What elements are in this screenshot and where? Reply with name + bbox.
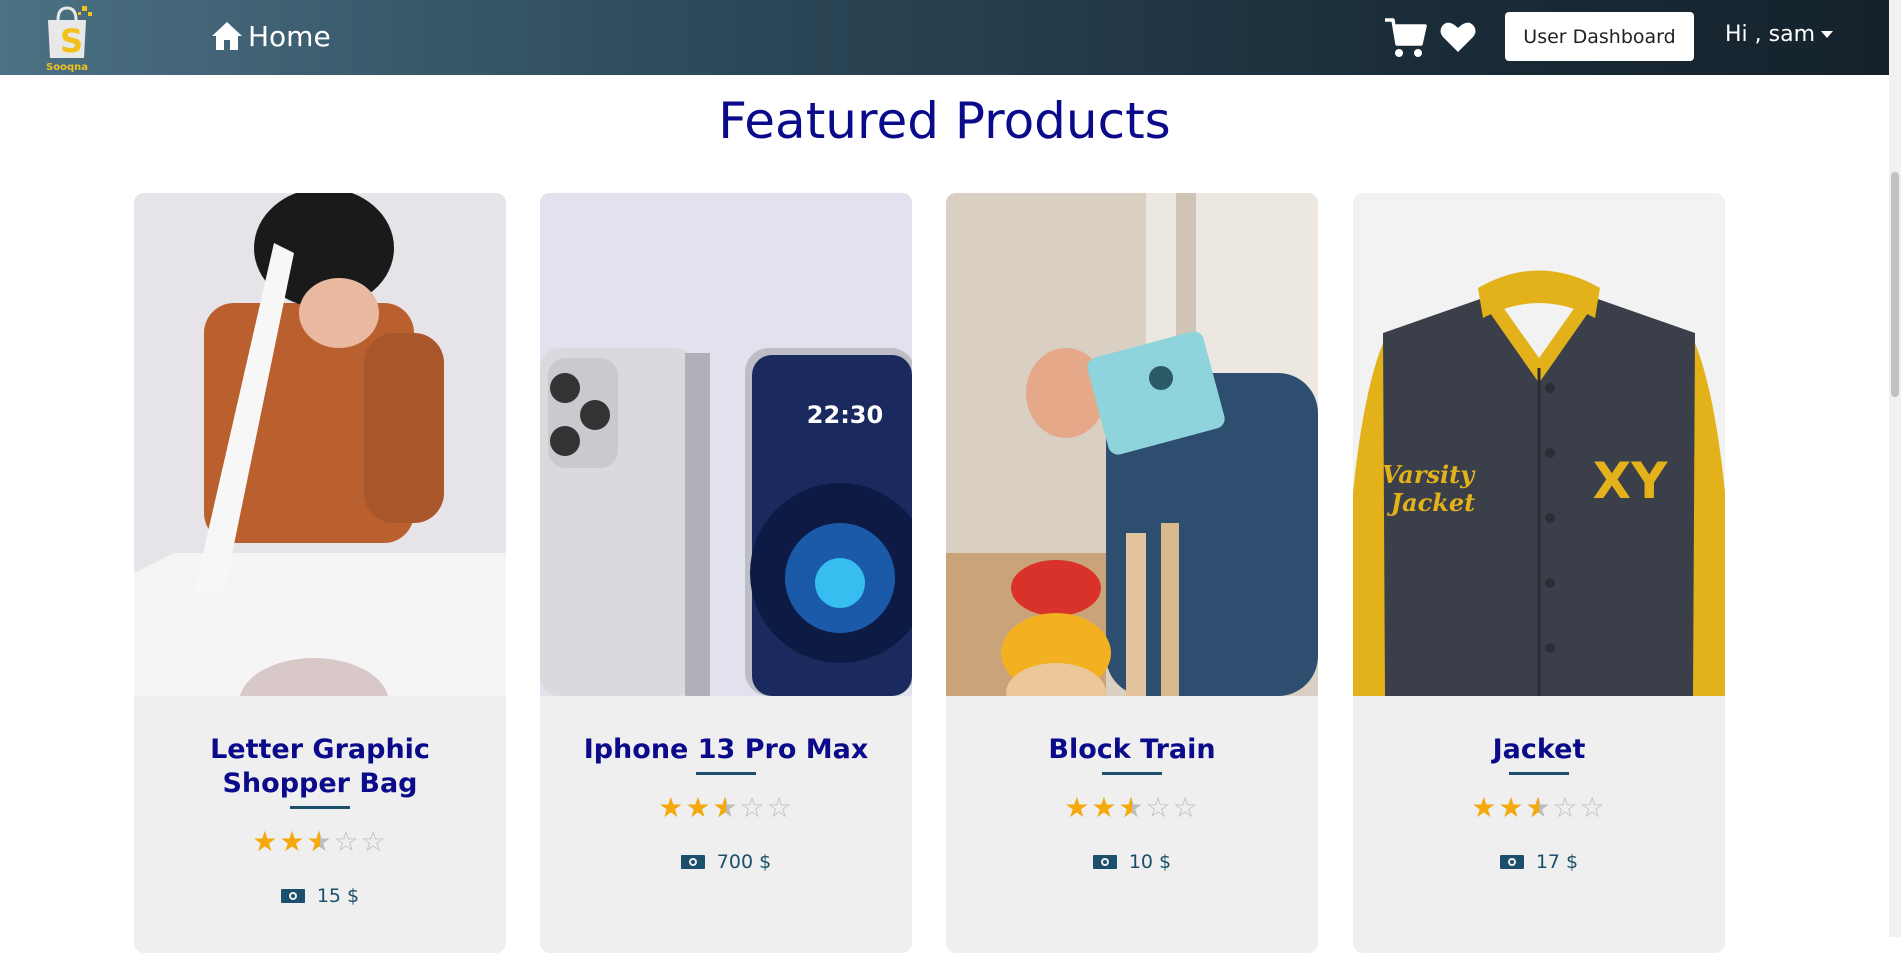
svg-text:Varsity: Varsity <box>1382 460 1476 489</box>
star-half-icon: ★ <box>1118 791 1145 824</box>
product-card[interactable]: Varsity Jacket XY Jacket ★★★☆☆ 17 $ <box>1353 193 1725 953</box>
title-underline <box>1509 772 1569 775</box>
money-icon <box>1092 855 1117 869</box>
star-full-icon: ★ <box>1498 791 1526 824</box>
title-underline <box>290 806 350 809</box>
star-empty-icon: ☆ <box>1145 791 1173 824</box>
star-empty-icon: ☆ <box>1172 791 1200 824</box>
title-underline <box>1102 772 1162 775</box>
svg-text:XY: XY <box>1593 452 1669 510</box>
home-label: Home <box>248 19 331 53</box>
product-price: 15 $ <box>134 885 506 907</box>
svg-text:Sooqna: Sooqna <box>46 62 88 72</box>
featured-products-title: Featured Products <box>718 92 1171 150</box>
star-empty-icon: ☆ <box>1552 791 1580 824</box>
product-rating: ★★★☆☆ <box>540 791 912 824</box>
product-image-jacket[interactable]: Varsity Jacket XY <box>1353 193 1725 696</box>
home-link[interactable]: Home <box>210 14 331 58</box>
star-empty-icon: ☆ <box>360 825 388 858</box>
product-card[interactable]: Letter Graphic Shopper Bag ★★★☆☆ 15 $ <box>134 193 506 953</box>
money-icon <box>680 855 705 869</box>
star-empty-icon: ☆ <box>766 791 794 824</box>
sooqna-logo[interactable]: S Sooqna <box>38 2 96 73</box>
star-empty-icon: ☆ <box>333 825 361 858</box>
star-empty-icon: ☆ <box>739 791 767 824</box>
heart-icon[interactable] <box>1440 20 1476 54</box>
star-full-icon: ★ <box>1091 791 1119 824</box>
product-image-phone[interactable]: 22:30 <box>540 193 912 696</box>
navbar: S Sooqna Home User Dashboard Hi , sam <box>0 0 1889 75</box>
money-icon <box>1499 855 1524 869</box>
product-rating: ★★★☆☆ <box>946 791 1318 824</box>
star-empty-icon: ☆ <box>1579 791 1607 824</box>
star-full-icon: ★ <box>279 825 307 858</box>
star-full-icon: ★ <box>1471 791 1499 824</box>
product-price: 10 $ <box>946 851 1318 873</box>
svg-text:S: S <box>60 22 83 60</box>
star-full-icon: ★ <box>658 791 686 824</box>
product-title[interactable]: Block Train <box>966 733 1298 775</box>
user-menu-dropdown[interactable]: Hi , sam <box>1725 22 1834 47</box>
product-price: 700 $ <box>540 851 912 873</box>
cart-icon[interactable] <box>1383 16 1427 60</box>
star-half-icon: ★ <box>712 791 739 824</box>
user-greeting: Hi , sam <box>1725 22 1816 47</box>
product-image-block-train[interactable] <box>946 193 1318 696</box>
star-half-icon: ★ <box>1525 791 1552 824</box>
home-icon <box>212 22 242 50</box>
title-underline <box>696 772 756 775</box>
product-title[interactable]: Letter Graphic Shopper Bag <box>154 733 486 809</box>
product-rating: ★★★☆☆ <box>134 825 506 858</box>
product-rating: ★★★☆☆ <box>1353 791 1725 824</box>
star-half-icon: ★ <box>306 825 333 858</box>
star-full-icon: ★ <box>685 791 713 824</box>
page-scrollbar[interactable] <box>1889 0 1901 937</box>
product-title[interactable]: Iphone 13 Pro Max <box>560 733 892 775</box>
money-icon <box>280 889 305 903</box>
product-card[interactable]: Block Train ★★★☆☆ 10 $ <box>946 193 1318 953</box>
svg-text:22:30: 22:30 <box>807 401 883 429</box>
product-card[interactable]: 22:30 Iphone 13 Pro Max ★★★☆☆ 700 $ <box>540 193 912 953</box>
product-title[interactable]: Jacket <box>1373 733 1705 775</box>
product-image-bag[interactable] <box>134 193 506 696</box>
scrollbar-thumb[interactable] <box>1891 172 1899 397</box>
user-dashboard-button[interactable]: User Dashboard <box>1505 12 1694 61</box>
chevron-down-icon <box>1821 31 1834 38</box>
star-full-icon: ★ <box>252 825 280 858</box>
star-full-icon: ★ <box>1064 791 1092 824</box>
product-price: 17 $ <box>1353 851 1725 873</box>
svg-text:Jacket: Jacket <box>1387 488 1476 517</box>
